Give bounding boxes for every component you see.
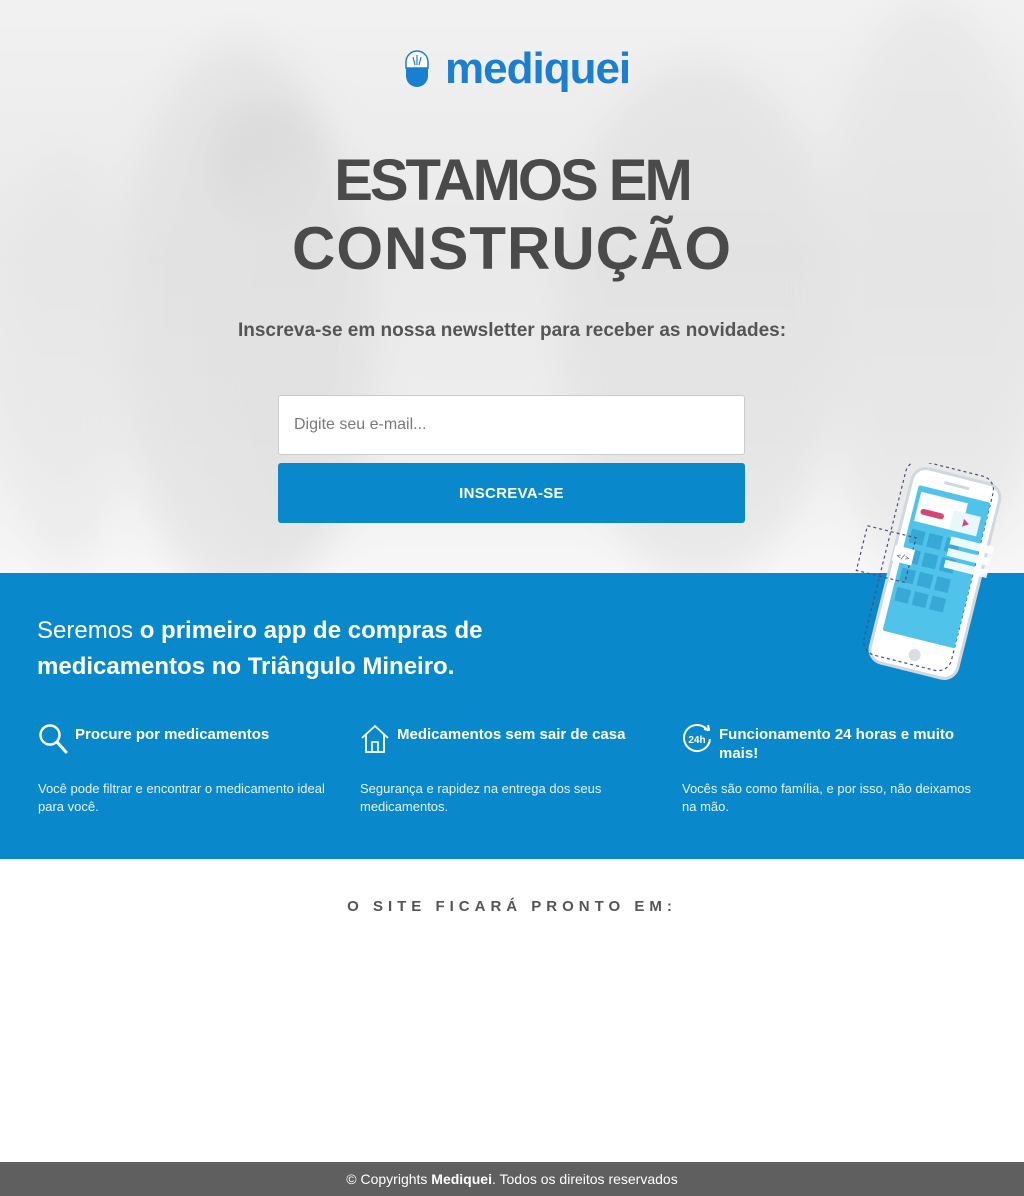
- logo[interactable]: mediquei: [405, 44, 631, 96]
- feature-description: Vocês são como família, e por isso, não …: [682, 781, 972, 814]
- svg-text:24h: 24h: [688, 735, 705, 746]
- feature-title: Funcionamento 24 horas e muito mais!: [719, 726, 955, 762]
- email-input[interactable]: [278, 395, 745, 455]
- feature-description: Você pode filtrar e encontrar o medicame…: [38, 781, 325, 814]
- logo-text: mediquei: [445, 44, 631, 93]
- home-icon: [361, 725, 389, 753]
- page-title-line1: ESTAMOS EM: [334, 148, 693, 213]
- feature-title: Medicamentos sem sair de casa: [397, 726, 626, 743]
- feature-title: Procure por medicamentos: [75, 726, 270, 743]
- countdown-label: O SITE FICARÁ PRONTO EM:: [347, 898, 677, 915]
- phone-illustration: </>: [855, 463, 1002, 680]
- newsletter-subtitle: Inscreva-se em nossa newsletter para rec…: [237, 320, 787, 341]
- search-icon: [39, 724, 68, 754]
- page-title-line2: CONSTRUÇÃO: [292, 215, 732, 282]
- subscribe-button[interactable]: INSCREVA-SE: [278, 463, 745, 523]
- footer-rights: . Todos os direitos reservados: [491, 1171, 678, 1187]
- footer-brand: Mediquei: [431, 1171, 492, 1187]
- footer-copyright-prefix: © Copyrights: [346, 1171, 432, 1187]
- band-headline-intro: Seremos: [37, 617, 140, 644]
- capsule-icon: [405, 50, 429, 87]
- feature-description: Segurança e rapidez na entrega dos seus …: [360, 781, 602, 814]
- footer: © Copyrights Mediquei. Todos os direitos…: [0, 1162, 1024, 1196]
- 24h-icon: 24h: [683, 724, 711, 752]
- band-headline: Seremos o primeiro app de compras de med…: [37, 613, 557, 685]
